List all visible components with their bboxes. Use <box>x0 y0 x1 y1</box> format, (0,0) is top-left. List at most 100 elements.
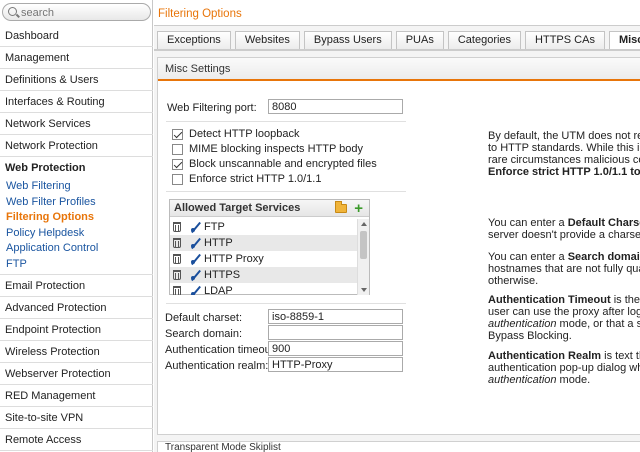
help-auth-timeout: Authentication Timeout is the leng user … <box>488 294 640 342</box>
service-label: HTTPS <box>204 269 241 281</box>
checkbox-label: Enforce strict HTTP 1.0/1.1 <box>189 173 322 185</box>
nav-item-network-protection[interactable]: Network Protection <box>0 135 153 157</box>
search-icon <box>8 7 17 16</box>
divider <box>166 303 406 304</box>
checkbox-checked-icon[interactable] <box>172 158 183 170</box>
scroll-down-icon[interactable] <box>361 288 367 292</box>
nav-item-network-services[interactable]: Network Services <box>0 113 153 135</box>
tab-exceptions[interactable]: Exceptions <box>157 31 231 49</box>
nav-sub-web-filter-profiles[interactable]: Web Filter Profiles <box>0 195 153 211</box>
default-charset-input[interactable] <box>268 309 403 324</box>
service-icon <box>190 270 201 281</box>
tab-categories[interactable]: Categories <box>447 31 522 49</box>
add-icon[interactable]: + <box>354 201 363 216</box>
nav-item-endpoint-protection[interactable]: Endpoint Protection <box>0 319 153 341</box>
nav-item-management[interactable]: Management <box>0 47 153 69</box>
list-item[interactable]: HTTP <box>170 235 358 251</box>
auth-realm-input[interactable] <box>268 357 403 372</box>
checkbox-enforce-strict-http[interactable]: Enforce strict HTTP 1.0/1.1 <box>172 172 321 186</box>
help-search-domain: You can enter a Search domain th hostnam… <box>488 251 640 287</box>
panel2-title: Transparent Mode Skiplist <box>165 442 281 452</box>
checkbox-block-unscannable[interactable]: Block unscannable and encrypted files <box>172 157 377 171</box>
list-item[interactable]: LDAP <box>170 283 358 295</box>
list-item[interactable]: HTTPS <box>170 267 358 283</box>
nav-item-interfaces-routing[interactable]: Interfaces & Routing <box>0 91 153 113</box>
checkbox-unchecked-icon[interactable] <box>172 143 183 155</box>
folder-icon[interactable] <box>335 201 347 213</box>
help-default-charset: You can enter a Default Charset fo serve… <box>488 217 640 241</box>
panel-title: Misc Settings <box>158 58 640 81</box>
trash-icon[interactable] <box>173 270 181 280</box>
tab-misc[interactable]: Misc <box>608 31 640 50</box>
nav-sub-application-control[interactable]: Application Control <box>0 241 153 257</box>
list-item[interactable]: HTTP Proxy <box>170 251 358 267</box>
nav-item-wireless-protection[interactable]: Wireless Protection <box>0 341 153 363</box>
service-icon <box>190 254 201 265</box>
scroll-up-icon[interactable] <box>361 222 367 226</box>
sidebar: Dashboard Management Definitions & Users… <box>0 0 153 452</box>
default-charset-label: Default charset: <box>165 312 243 324</box>
trash-icon[interactable] <box>173 286 181 295</box>
nav-item-red-management[interactable]: RED Management <box>0 385 153 407</box>
search-domain-label: Search domain: <box>165 328 243 340</box>
services-header: Allowed Target Services + <box>170 200 369 217</box>
page-title: Filtering Options <box>154 0 640 26</box>
search-input[interactable] <box>21 6 146 19</box>
divider <box>166 121 406 122</box>
tab-bypass-users[interactable]: Bypass Users <box>303 31 392 49</box>
help-auth-realm: Authentication Realm is text that i auth… <box>488 350 640 386</box>
allowed-target-services-box: Allowed Target Services + FTP HTTP HTTP … <box>169 199 370 295</box>
web-filtering-port-label: Web Filtering port: <box>167 102 257 114</box>
checkbox-label: MIME blocking inspects HTTP body <box>189 143 364 155</box>
checkbox-mime-blocking[interactable]: MIME blocking inspects HTTP body <box>172 142 363 156</box>
nav-sub-filtering-options[interactable]: Filtering Options <box>0 210 153 226</box>
nav-subgroup-web-protection: Web Filtering Web Filter Profiles Filter… <box>0 179 153 275</box>
services-list: FTP HTTP HTTP Proxy HTTPS LDAP <box>170 219 358 295</box>
web-filtering-port-input[interactable] <box>268 99 403 114</box>
services-scrollbar[interactable] <box>357 219 369 295</box>
nav-item-dashboard[interactable]: Dashboard <box>0 25 153 47</box>
trash-icon[interactable] <box>173 254 181 264</box>
nav-item-web-protection[interactable]: Web Protection <box>0 157 153 179</box>
main-content: Filtering Options Exceptions Websites By… <box>154 0 640 452</box>
auth-realm-label: Authentication realm: <box>165 360 269 372</box>
list-item[interactable]: FTP <box>170 219 358 235</box>
auth-timeout-input[interactable] <box>268 341 403 356</box>
checkbox-checked-icon[interactable] <box>172 128 183 140</box>
service-icon <box>190 286 201 295</box>
tab-bar-divider <box>154 49 640 51</box>
services-title: Allowed Target Services <box>174 202 301 214</box>
scroll-thumb[interactable] <box>360 231 367 259</box>
service-label: HTTP <box>204 237 233 249</box>
service-icon <box>190 222 201 233</box>
nav-item-advanced-protection[interactable]: Advanced Protection <box>0 297 153 319</box>
nav-sub-web-filtering[interactable]: Web Filtering <box>0 179 153 195</box>
nav-menu: Dashboard Management Definitions & Users… <box>0 25 153 451</box>
service-label: HTTP Proxy <box>204 253 264 265</box>
nav-item-remote-access[interactable]: Remote Access <box>0 429 153 451</box>
nav-item-site-to-site-vpn[interactable]: Site-to-site VPN <box>0 407 153 429</box>
nav-item-definitions-users[interactable]: Definitions & Users <box>0 69 153 91</box>
tab-https-cas[interactable]: HTTPS CAs <box>525 31 605 49</box>
nav-sub-policy-helpdesk[interactable]: Policy Helpdesk <box>0 226 153 242</box>
search-domain-input[interactable] <box>268 325 403 340</box>
transparent-mode-skiplist-panel: Transparent Mode Skiplist <box>157 441 640 452</box>
checkbox-unchecked-icon[interactable] <box>172 173 183 185</box>
tab-bar: Exceptions Websites Bypass Users PUAs Ca… <box>157 31 640 50</box>
help-strict-http: By default, the UTM does not requi to HT… <box>488 130 640 178</box>
misc-settings-panel: Misc Settings Web Filtering port: Detect… <box>157 57 640 435</box>
tab-puas[interactable]: PUAs <box>395 31 444 49</box>
nav-item-email-protection[interactable]: Email Protection <box>0 275 153 297</box>
service-label: FTP <box>204 221 225 233</box>
search-box[interactable] <box>2 3 151 21</box>
nav-item-webserver-protection[interactable]: Webserver Protection <box>0 363 153 385</box>
checkbox-detect-http-loopback[interactable]: Detect HTTP loopback <box>172 127 299 141</box>
checkbox-label: Detect HTTP loopback <box>189 128 300 140</box>
checkbox-label: Block unscannable and encrypted files <box>189 158 377 170</box>
trash-icon[interactable] <box>173 238 181 248</box>
trash-icon[interactable] <box>173 222 181 232</box>
service-label: LDAP <box>204 285 233 295</box>
nav-sub-ftp[interactable]: FTP <box>0 257 153 273</box>
tab-websites[interactable]: Websites <box>234 31 300 49</box>
divider <box>166 191 406 192</box>
